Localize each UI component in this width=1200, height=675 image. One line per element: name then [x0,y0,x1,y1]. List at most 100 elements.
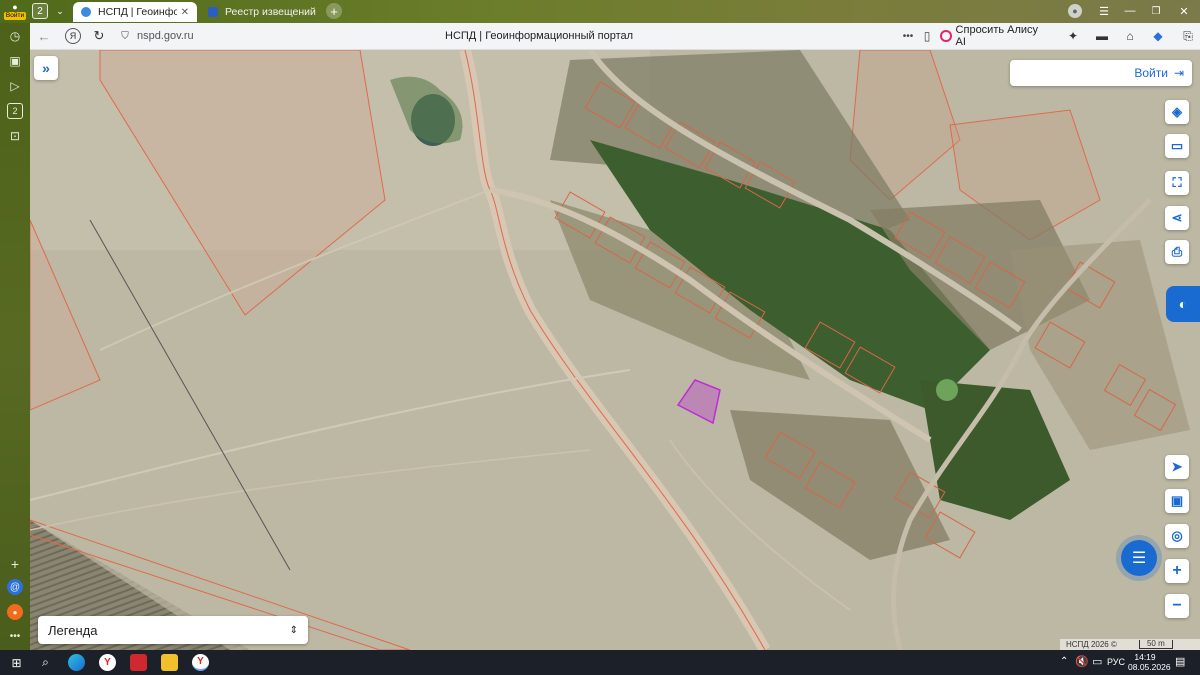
chat-icon: ☰ [1131,550,1147,567]
yandex-browser-icon[interactable]: Y [99,654,116,671]
updown-chevron-icon: ⇕ [289,624,298,636]
clock[interactable]: 14:19 08.05.2026 [1128,652,1171,672]
expand-panel-button[interactable]: » [34,56,58,80]
zoom-in-button[interactable]: + [1165,559,1189,583]
alice-button[interactable]: Спросить Алису AI [940,24,1046,48]
profile-label: Войти [3,12,27,20]
tab-counter-button[interactable]: 2 [32,3,48,19]
file-explorer-icon[interactable] [161,654,178,671]
volume-icon[interactable]: 🔇 [1075,655,1089,668]
add-icon[interactable]: + [7,556,23,572]
address-bar: ← Я ↻ ⛉ nspd.gov.ru НСПД | Геоинформацио… [30,23,1200,50]
globe-icon [81,7,91,17]
location-arrow-icon: ➤ [1171,459,1183,474]
extension-shirt-icon[interactable]: ⌂ [1122,28,1138,44]
collections-icon[interactable]: ▣ [7,53,23,69]
close-window-icon[interactable]: ✕ [1176,3,1192,19]
pin-button[interactable]: ◎ [1165,524,1189,548]
clock-date: 08.05.2026 [1128,662,1171,672]
shield-icon: ⛉ [121,30,129,42]
clock-time: 14:19 [1134,652,1156,662]
tab-title: Реестр извещений [225,6,316,18]
user-icon: ● [12,2,18,12]
back-arrow-icon[interactable]: ← [36,28,52,44]
extension-icon[interactable]: ✦ [1065,28,1081,44]
close-tab-icon[interactable]: ✕ [181,7,189,18]
screenshot-icon[interactable]: ⊡ [7,128,23,144]
tab-list-chevron-icon[interactable]: ⌄ [52,3,68,19]
tab-title: НСПД | Геоинформаци [98,6,177,18]
network-icon[interactable]: ▭ [1092,655,1102,668]
scale-label: 50 m [1146,639,1165,648]
alice-label: Спросить Алису AI [955,24,1039,48]
mail-icon[interactable]: @ [7,579,23,595]
zoom-out-button[interactable]: − [1165,594,1189,618]
attribution: НСПД 2026 © [1066,640,1117,649]
sidebar-counter: 2 [12,106,18,116]
select-area-icon: ⛶ [1172,175,1182,190]
menu-icon[interactable]: ☰ [1096,3,1112,19]
notifications-icon[interactable]: ▤ [1175,655,1185,668]
layers-icon: ◈ [1172,104,1182,119]
play-icon[interactable]: ▷ [7,78,23,94]
chat-button[interactable]: ☰ [1121,540,1157,576]
map-footer: НСПД 2026 © 50 m [1060,639,1200,650]
share-button[interactable]: ⋖ [1165,206,1189,230]
map-view[interactable]: » Войти ⇥ ◈ ▭ ⛶ ⋖ ⎙ ◐ ➤ ▣ ◎ ☰ + − Легенд… [30,50,1200,650]
more-icon[interactable]: ••• [7,628,23,644]
share-icon: ⋖ [1171,210,1183,225]
map-imagery[interactable] [30,50,1200,650]
tab-counter: 2 [37,5,43,17]
tab-registry[interactable]: Реестр извещений [200,2,320,22]
sidebar-counter-badge[interactable]: 2 [7,103,23,119]
login-label: Войти [1134,66,1168,80]
more-options-icon[interactable]: ••• [900,28,916,44]
new-tab-button[interactable]: + [326,3,342,19]
yandex-active-icon[interactable]: Y [192,654,209,671]
extension-hat-icon[interactable]: ▬ [1093,28,1111,44]
locate-button[interactable]: ➤ [1165,455,1189,479]
language-indicator[interactable]: РУС [1107,657,1125,667]
scale-bar: 50 m [1138,639,1173,649]
browser-sidebar: ◷ ▣ ▷ 2 ⊡ + @ ● ••• [0,23,30,650]
select-area-button[interactable]: ⛶ [1165,171,1189,195]
assistant-tab-button[interactable]: ◐ [1166,286,1200,322]
search-icon[interactable]: ⌕ [37,654,54,671]
tray-chevron-icon[interactable]: ⌃ [1060,656,1068,667]
login-button[interactable]: Войти ⇥ [1010,60,1192,86]
print-button[interactable]: ⎙ [1165,240,1189,264]
yandex-icon[interactable]: Я [65,28,81,44]
site-icon [208,7,218,17]
layers-button[interactable]: ◈ [1165,100,1189,124]
start-windows-icon[interactable]: ⊞ [8,654,25,671]
restore-icon[interactable]: ❐ [1148,3,1164,19]
green-pond [936,379,958,401]
tab-nspd[interactable]: НСПД | Геоинформаци ✕ [73,2,197,22]
profile-button[interactable]: ● Войти [2,1,28,22]
legend-dropdown[interactable]: Легенда ⇕ [38,616,308,644]
account-avatar-icon[interactable]: ● [1068,4,1082,18]
login-icon: ⇥ [1173,66,1184,80]
plus-icon: + [1172,562,1182,579]
legend-label: Легенда [48,622,98,638]
history-icon[interactable]: ◷ [7,28,23,44]
page-title: НСПД | Геоинформационный портал [445,30,634,42]
extension-puzzle-icon[interactable]: ◆ [1150,28,1166,44]
ruler-icon: ▭ [1170,138,1184,153]
url-text[interactable]: nspd.gov.ru [137,30,194,42]
windows-taskbar: ⊞ ⌕ Y Y ⌃ 🔇 ▭ РУС 14:19 08.05.2026 ▤ [0,650,1200,675]
pin-icon: ◎ [1171,528,1183,543]
reload-icon[interactable]: ↻ [91,28,107,44]
bookmark-icon[interactable]: ▯ [919,28,935,44]
pdf-app-icon[interactable] [130,654,147,671]
app-icon[interactable]: ● [7,604,23,620]
minimap-button[interactable]: ▣ [1165,489,1189,513]
minimap-icon: ▣ [1170,493,1184,508]
browser-tab-bar: ● Войти 2 ⌄ НСПД | Геоинформаци ✕ Реестр… [0,0,1200,23]
minimize-icon[interactable]: — [1122,3,1138,19]
edge-icon[interactable] [68,654,85,671]
minus-icon: − [1172,597,1182,614]
measure-button[interactable]: ▭ [1165,134,1189,158]
downloads-icon[interactable]: ⎘ [1180,28,1196,44]
print-icon: ⎙ [1171,244,1183,259]
